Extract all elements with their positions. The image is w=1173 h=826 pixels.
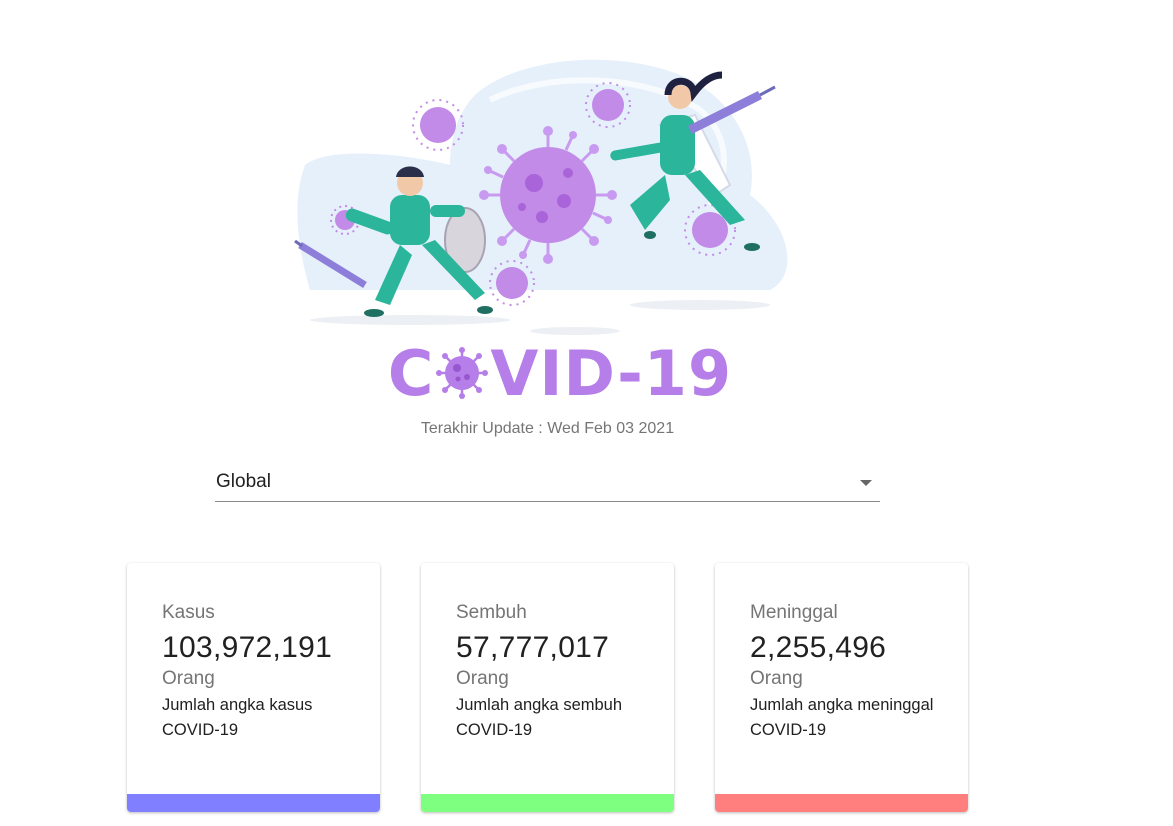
card-description: Jumlah angka kasus COVID-19 xyxy=(162,696,313,739)
card-description: Jumlah angka sembuh COVID-19 xyxy=(456,696,623,739)
card-unit: Orang xyxy=(162,668,215,689)
covid19-logo: C VID-19 xyxy=(380,337,740,410)
virus-icon xyxy=(436,347,489,399)
card-unit: Orang xyxy=(456,668,509,689)
last-update-label: Terakhir Update : xyxy=(420,420,548,437)
card-value: 57,777,017 xyxy=(456,631,610,664)
card-label: Kasus xyxy=(162,602,215,623)
card-deaths: Meninggal 2,255,496 Orang Jumlah angka m… xyxy=(715,563,968,812)
region-select-value: Global xyxy=(216,471,271,492)
doctors-fighting-virus-icon xyxy=(294,59,788,335)
card-label: Sembuh xyxy=(456,602,527,623)
covid-dashboard: C VID-19 Terakhir Update: Wed Feb 03 20… xyxy=(0,0,1173,826)
card-recovered: Sembuh 57,777,017 Orang Jumlah angka sem… xyxy=(421,563,674,812)
caret-down-icon[interactable] xyxy=(860,480,872,486)
card-value: 2,255,496 xyxy=(750,631,887,664)
hero-illustration xyxy=(290,55,810,345)
region-select[interactable]: Global xyxy=(215,462,880,502)
logo-text: C VID-19 xyxy=(388,337,732,410)
card-accent-bar xyxy=(715,794,968,812)
card-description: Jumlah angka meninggal COVID-19 xyxy=(750,696,934,739)
last-update-date: Wed Feb 03 2021 xyxy=(547,420,675,437)
card-accent-bar xyxy=(127,794,380,812)
logo-text-end: VID-19 xyxy=(490,336,733,410)
card-cases: Kasus 103,972,191 Orang Jumlah angka kas… xyxy=(127,563,380,812)
card-unit: Orang xyxy=(750,668,803,689)
card-accent-bar xyxy=(421,794,674,812)
last-update: Terakhir Update : Wed Feb 03 2021 xyxy=(0,420,1095,438)
logo-text-start: C xyxy=(387,336,435,410)
card-value: 103,972,191 xyxy=(162,631,333,664)
card-label: Meninggal xyxy=(750,602,838,623)
